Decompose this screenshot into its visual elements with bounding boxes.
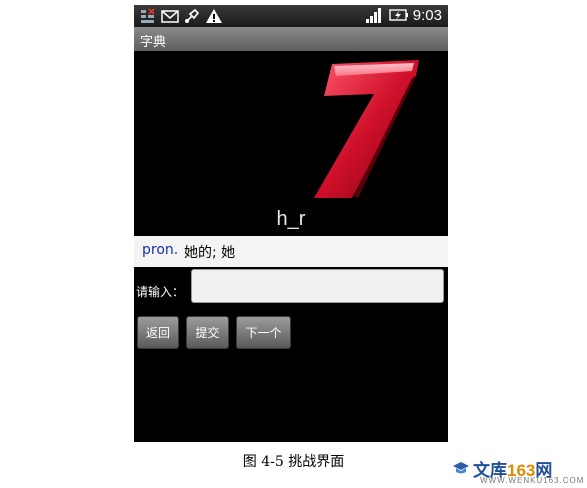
- app-title-bar: 字典: [134, 27, 448, 51]
- notification-icon: [139, 7, 157, 25]
- status-clock: 9:03: [412, 6, 442, 24]
- back-button[interactable]: 返回: [137, 316, 179, 349]
- next-button[interactable]: 下一个: [236, 316, 291, 349]
- battery-charging-icon: [389, 6, 408, 24]
- part-of-speech: pron.: [142, 242, 179, 258]
- definition-bar: pron. 她的; 她: [134, 236, 448, 267]
- mail-icon: [161, 7, 179, 25]
- challenge-image-area: h_r: [134, 51, 448, 236]
- hint-word: h_r: [276, 208, 306, 230]
- signal-icon: [365, 6, 383, 24]
- app-title: 字典: [140, 35, 167, 50]
- graduation-cap-icon: [453, 461, 469, 473]
- definition-text: 她的; 她: [184, 245, 236, 261]
- submit-button[interactable]: 提交: [186, 316, 229, 349]
- phone-screen: 9:03 字典 h_r pron. 她的; 她 请输入： 返回 提交 下一个: [134, 5, 448, 442]
- input-label: 请输入：: [136, 285, 185, 299]
- status-bar: 9:03: [134, 5, 448, 27]
- watermark-url: WWW.WENKU163.COM: [480, 476, 585, 485]
- answer-input[interactable]: [191, 269, 444, 303]
- warning-icon: [205, 7, 223, 25]
- seven-logo-image: [314, 60, 419, 198]
- usb-debug-icon: [183, 7, 201, 25]
